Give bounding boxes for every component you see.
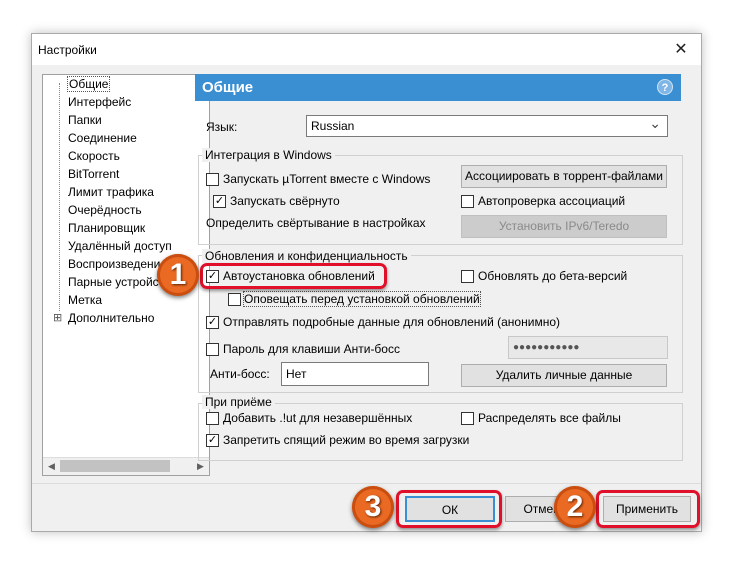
scroll-thumb[interactable] [60, 460, 170, 472]
auto-check-assoc-checkbox[interactable] [461, 195, 474, 208]
language-label: Язык: [206, 120, 238, 134]
step-badge-3: 3 [352, 486, 394, 528]
start-with-windows-label: Запускать µTorrent вместе с Windows [223, 172, 431, 186]
send-data-label: Отправлять подробные данные для обновлен… [223, 315, 560, 329]
receive-legend: При приёме [202, 395, 275, 409]
beta-updates-checkbox[interactable] [461, 270, 474, 283]
send-data-checkbox[interactable]: ✓ [206, 316, 219, 329]
distribute-files-label: Распределять все файлы [478, 411, 621, 425]
expand-icon[interactable]: ⊞ [53, 311, 63, 324]
tree-item-label[interactable]: Метка [68, 293, 102, 307]
distribute-files-checkbox[interactable] [461, 412, 474, 425]
delete-personal-data-button[interactable]: Удалить личные данные [461, 364, 667, 387]
add-ut-label: Добавить .!ut для незавершённых [223, 411, 413, 425]
start-with-windows-checkbox[interactable] [206, 173, 219, 186]
title-bar: Настройки ✕ [32, 34, 701, 65]
updates-legend: Обновления и конфиденциальность [202, 249, 411, 263]
notify-before-checkbox[interactable] [228, 293, 241, 306]
check-icon: ✓ [207, 434, 218, 446]
step-badge-1: 1 [157, 254, 199, 296]
tree-item-remote[interactable]: Удалённый доступ [68, 239, 172, 253]
check-icon: ✓ [214, 195, 225, 207]
tree-item-queueing[interactable]: Очерёдность [68, 203, 142, 217]
associate-torrent-button[interactable]: Ассоциировать в торрент-файлами [461, 165, 667, 188]
tree-item-playback[interactable]: Воспроизведение [68, 257, 167, 271]
window-title: Настройки [38, 43, 97, 57]
notify-before-label: Оповещать перед установкой обновлений [243, 291, 481, 307]
tree-item-speed[interactable]: Скорость [68, 149, 120, 163]
language-select[interactable]: Russian ⌄ [306, 115, 668, 137]
beta-updates-label: Обновлять до бета-версий [478, 269, 628, 283]
boss-password-field[interactable]: ●●●●●●●●●●● [508, 336, 668, 359]
no-sleep-checkbox[interactable]: ✓ [206, 434, 219, 447]
language-value: Russian [311, 119, 355, 133]
define-minimize-text: Определить свёртывание в настройках [206, 216, 426, 230]
chevron-down-icon: ⌄ [649, 115, 661, 131]
check-icon: ✓ [207, 316, 218, 328]
tree-item-folders[interactable]: Папки [68, 113, 102, 127]
boss-password-label: Пароль для клавиши Анти-босс [223, 342, 400, 356]
help-icon[interactable]: ? [657, 79, 673, 95]
tree-horizontal-scrollbar[interactable]: ◀ ▶ [43, 457, 209, 475]
scroll-left-icon[interactable]: ◀ [43, 458, 60, 475]
highlight-auto-update [200, 263, 387, 289]
start-minimized-checkbox[interactable]: ✓ [213, 195, 226, 208]
section-title: Общие [202, 79, 254, 96]
close-icon[interactable]: ✕ [661, 34, 701, 65]
section-header: Общие ? [195, 74, 681, 101]
start-minimized-label: Запускать свёрнуто [230, 194, 340, 208]
add-ut-checkbox[interactable] [206, 412, 219, 425]
step-badge-2: 2 [554, 486, 596, 528]
tree-item-advanced[interactable]: Дополнительно [68, 311, 154, 325]
integration-legend: Интеграция в Windows [202, 148, 335, 162]
tree-item-scheduler[interactable]: Планировщик [68, 221, 145, 235]
tree-item-general[interactable]: Общие [66, 76, 111, 92]
tree-connector [59, 83, 60, 315]
boss-key-label: Анти-босс: [210, 367, 270, 381]
tree-item-traffic-limit[interactable]: Лимит трафика [68, 185, 154, 199]
highlight-apply [596, 490, 700, 528]
tree-item-interface[interactable]: Интерфейс [68, 95, 131, 109]
auto-check-assoc-label: Автопроверка ассоциаций [478, 194, 626, 208]
boss-password-checkbox[interactable] [206, 343, 219, 356]
no-sleep-label: Запретить спящий режим во время загрузки [223, 433, 470, 447]
tree-item-connection[interactable]: Соединение [68, 131, 137, 145]
highlight-ok [396, 490, 502, 528]
tree-item-bittorrent[interactable]: BitTorrent [68, 167, 119, 181]
footer-divider [32, 483, 701, 484]
install-ipv6-button[interactable]: Установить IPv6/Teredo [461, 215, 667, 238]
boss-key-input[interactable]: Нет [281, 362, 429, 386]
